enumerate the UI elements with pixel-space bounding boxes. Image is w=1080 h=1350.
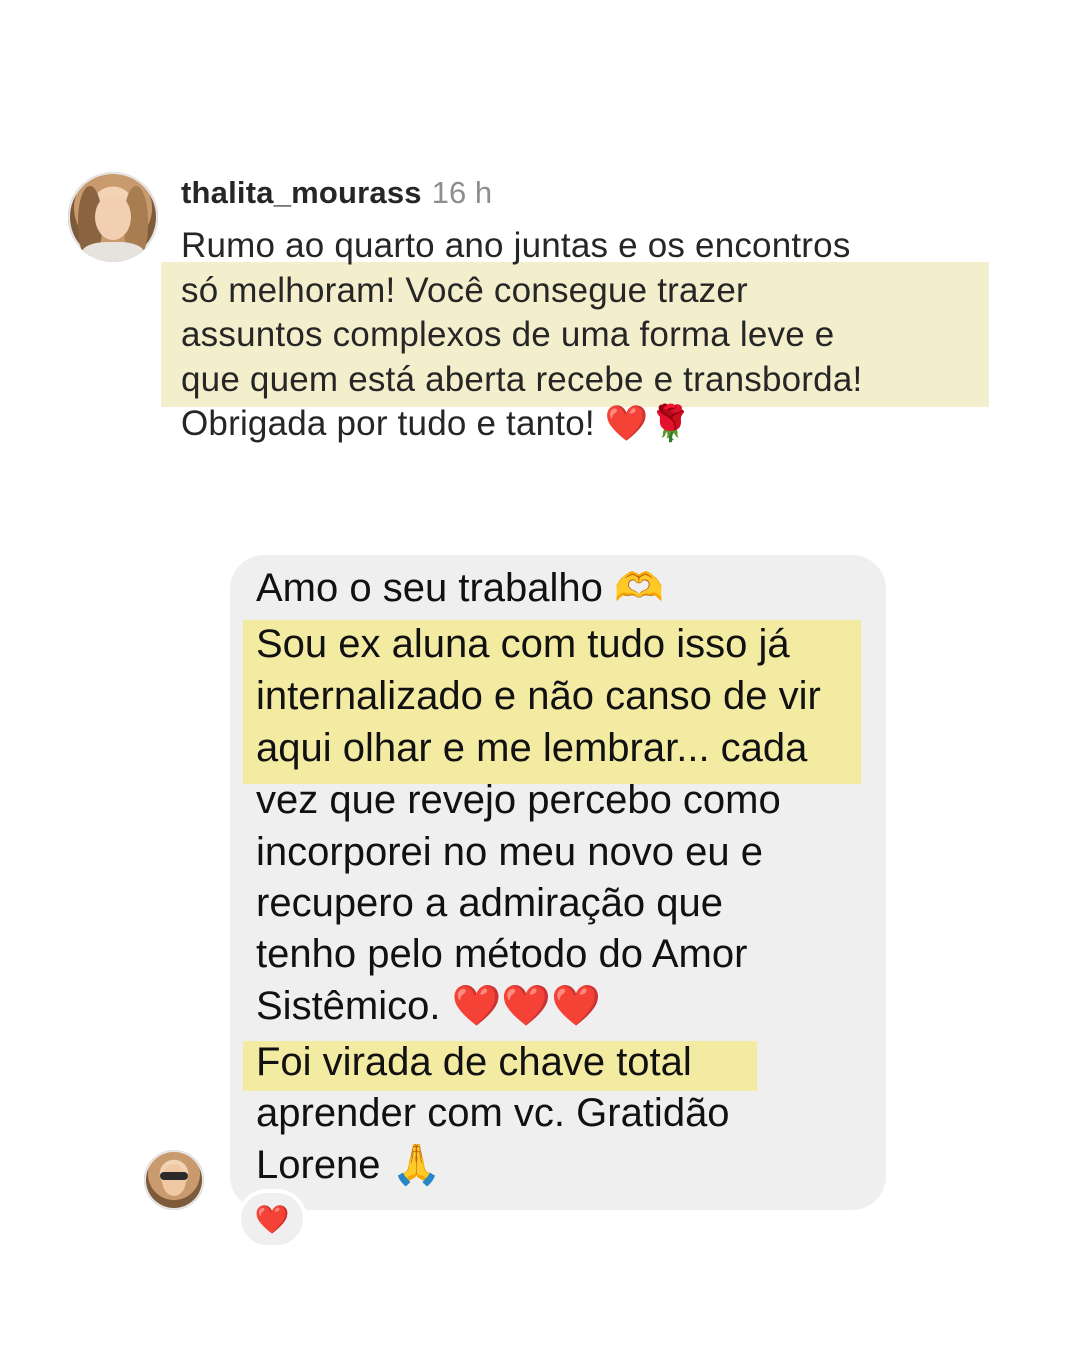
- message-line: Lorene 🙏: [256, 1143, 442, 1187]
- message-line: Sistêmico. ❤️❤️❤️: [256, 984, 602, 1028]
- message-line: Amo o seu trabalho 🫶: [256, 566, 664, 610]
- comment-line: só melhoram! Você consegue trazer: [181, 271, 748, 310]
- sunglasses-icon: [160, 1172, 188, 1180]
- comment-last-line: Obrigada por tudo e tanto! ❤️🌹: [181, 402, 692, 446]
- message-line: Foi virada de chave total: [256, 1040, 692, 1084]
- comment-avatar[interactable]: [68, 172, 158, 262]
- heart-rose-emoji-icon: ❤️🌹: [604, 404, 693, 444]
- message-line: tenho pelo método do Amor: [256, 932, 748, 976]
- comment-line: Obrigada por tudo e tanto!: [181, 404, 595, 443]
- comment-username[interactable]: thalita_mourass: [181, 175, 422, 210]
- message-line: aqui olhar e me lembrar... cada: [256, 726, 808, 770]
- comment-header: thalita_mourass 16 h: [181, 173, 492, 213]
- message-line: aprender com vc. Gratidão: [256, 1091, 730, 1135]
- comment: thalita_mourass 16 h Rumo ao quarto ano j…: [0, 0, 1080, 470]
- comment-timestamp: 16 h: [431, 175, 493, 210]
- message-avatar[interactable]: [144, 1150, 204, 1210]
- message-line: recupero a admiração que: [256, 881, 723, 925]
- comment-line: assuntos complexos de uma forma leve e: [181, 315, 835, 354]
- message-line: Sou ex aluna com tudo isso já: [256, 622, 790, 666]
- message-line: vez que revejo percebo como: [256, 778, 781, 822]
- comment-line: que quem está aberta recebe e transborda…: [181, 360, 863, 399]
- comment-line: Rumo ao quarto ano juntas e os encontros: [181, 226, 851, 265]
- message-line: incorporei no meu novo eu e: [256, 830, 763, 874]
- message-line: internalizado e não canso de vir: [256, 674, 821, 718]
- heart-icon: ❤️: [254, 1202, 290, 1236]
- heart-reaction[interactable]: ❤️: [241, 1193, 303, 1245]
